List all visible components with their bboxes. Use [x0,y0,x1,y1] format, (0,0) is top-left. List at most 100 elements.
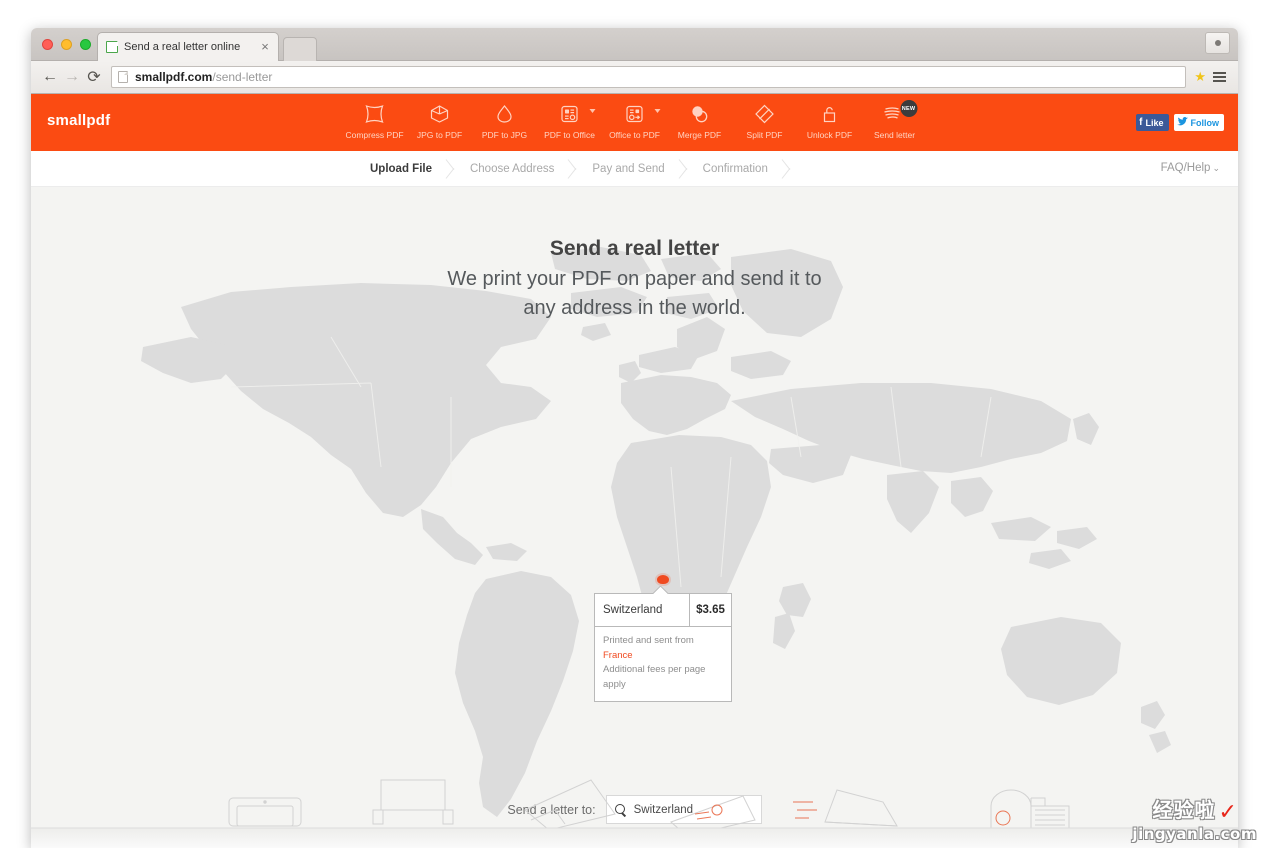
nav-label: Merge PDF [677,130,722,140]
tooltip-origin-line: Printed and sent from France [603,634,723,663]
page-subtitle: We print your PDF on paper and send it t… [31,265,1238,322]
window-traffic-lights [42,39,91,50]
tab-favicon-icon [106,41,118,53]
site-watermark: 经验啦 ✓ jingyanla.com [1132,800,1257,842]
step-label: Choose Address [469,162,555,175]
profile-avatar-button[interactable] [1205,32,1230,54]
cube-icon [430,102,450,126]
progress-step-bar: Upload File Choose Address Pay and Send … [31,151,1238,187]
tab-title: Send a real letter online [124,41,241,53]
nav-label: PDF to Office [544,130,595,140]
forward-icon[interactable]: → [61,66,83,88]
new-tab-button[interactable] [283,37,317,61]
twitter-follow-button[interactable]: Follow [1173,114,1224,131]
chevron-down-icon[interactable] [654,109,660,113]
facebook-like-button[interactable]: f Like [1136,114,1169,131]
nav-item-office-to-pdf[interactable]: Office to PDF [602,96,667,140]
step-pay-and-send[interactable]: Pay and Send [592,163,664,175]
watermark-cn-row: 经验啦 ✓ [1132,800,1257,824]
social-buttons: f Like Follow [1136,114,1224,131]
tooltip-country: Switzerland [603,604,663,616]
url-domain: smallpdf.com [135,70,213,84]
split-diamond-icon [755,102,775,126]
nav-item-merge-pdf[interactable]: Merge PDF [667,96,732,140]
nav-label: Split PDF [746,130,783,140]
back-icon[interactable]: ← [39,66,61,88]
step-label: Confirmation [702,162,768,175]
step-separator-icon [768,151,806,187]
hamburger-menu-icon[interactable] [1208,72,1230,82]
map-pin-marker[interactable] [657,575,669,584]
nav-item-pdf-to-jpg[interactable]: PDF to JPG [472,96,537,140]
tooltip-fees-line: Additional fees per page apply [603,664,706,691]
nav-label: PDF to JPG [481,130,528,140]
reload-icon[interactable]: ⟳ [83,66,105,88]
nav-item-compress-pdf[interactable]: Compress PDF [342,96,407,140]
bookmark-star-icon[interactable]: ★ [1192,69,1208,85]
nav-label: Unlock PDF [806,130,853,140]
tooltip-price: $3.65 [689,594,731,626]
browser-tab[interactable]: Send a real letter online × [97,32,279,61]
page-info-icon [118,71,128,83]
site-header: smallpdf Compress PDF JPG to PDF PDF to … [31,94,1238,151]
step-separator-icon [554,151,592,187]
hero-map-section: Send a real letter We print your PDF on … [31,187,1238,848]
nav-label: JPG to PDF [416,130,463,140]
chevron-down-icon[interactable] [589,109,595,113]
step-confirmation[interactable]: Confirmation [703,163,768,175]
watermark-check-icon: ✓ [1218,800,1237,825]
twitter-follow-label: Follow [1190,117,1220,128]
smallpdf-logo[interactable]: smallpdf [47,112,110,129]
url-path: /send-letter [212,70,273,84]
step-label: Pay and Send [592,162,665,175]
tooltip-details: Printed and sent from France Additional … [595,627,731,701]
page-title: Send a real letter [549,237,720,260]
close-window-button[interactable] [42,39,53,50]
nav-item-send-letter[interactable]: Send letter NEW [862,96,927,140]
nav-item-unlock-pdf[interactable]: Unlock PDF [797,96,862,140]
compress-icon [365,102,385,126]
nav-label: Compress PDF [345,130,404,140]
grid-convert-icon [560,102,580,126]
page-content: smallpdf Compress PDF JPG to PDF PDF to … [31,94,1238,848]
nav-label: Send letter [873,130,916,140]
new-badge: NEW [900,100,917,117]
tooltip-arrow-icon [653,586,669,594]
chevron-down-icon: ⌄ [1212,163,1220,173]
tooltip-header-row: Switzerland $3.65 [595,594,731,627]
nav-item-pdf-to-office[interactable]: PDF to Office [537,96,602,140]
tooltip-origin-prefix: Printed and sent from [603,635,694,646]
watermark-chinese-text: 经验啦 [1152,798,1216,822]
avatar-icon [1214,40,1221,46]
twitter-bird-icon [1176,117,1188,128]
faq-help-label: FAQ/Help [1160,162,1211,174]
hero-text-block: Send a real letter We print your PDF on … [31,235,1238,322]
grid-convert-icon [625,102,645,126]
address-bar[interactable]: smallpdf.com/send-letter [111,66,1187,88]
step-label: Upload File [370,162,432,175]
step-upload-file[interactable]: Upload File [370,163,432,175]
tooltip-origin-country: France [603,649,633,661]
maximize-window-button[interactable] [80,39,91,50]
nav-label: Office to PDF [609,130,660,140]
browser-window: Send a real letter online × ← → ⟳ smallp… [31,28,1238,848]
droplet-icon [495,102,515,126]
step-choose-address[interactable]: Choose Address [470,163,554,175]
facebook-icon: f [1139,117,1143,128]
facebook-like-label: Like [1145,117,1164,128]
subtitle-line-1: We print your PDF on paper and send it t… [447,268,822,291]
minimize-window-button[interactable] [61,39,72,50]
main-navigation: Compress PDF JPG to PDF PDF to JPG PDF t… [342,96,927,140]
nav-item-split-pdf[interactable]: Split PDF [732,96,797,140]
browser-tab-strip: Send a real letter online × [31,28,1238,61]
faq-help-menu[interactable]: FAQ/Help ⌄ [1161,162,1220,174]
address-bar-text: smallpdf.com/send-letter [135,70,272,84]
merge-circles-icon [690,102,710,126]
watermark-url: jingyanla.com [1132,825,1257,843]
step-list: Upload File Choose Address Pay and Send … [370,151,806,187]
nav-item-jpg-to-pdf[interactable]: JPG to PDF [407,96,472,140]
step-separator-icon [665,151,703,187]
country-price-tooltip: Switzerland $3.65 Printed and sent from … [594,593,732,702]
bottom-illustration [31,768,1238,848]
tab-close-icon[interactable]: × [258,40,272,54]
